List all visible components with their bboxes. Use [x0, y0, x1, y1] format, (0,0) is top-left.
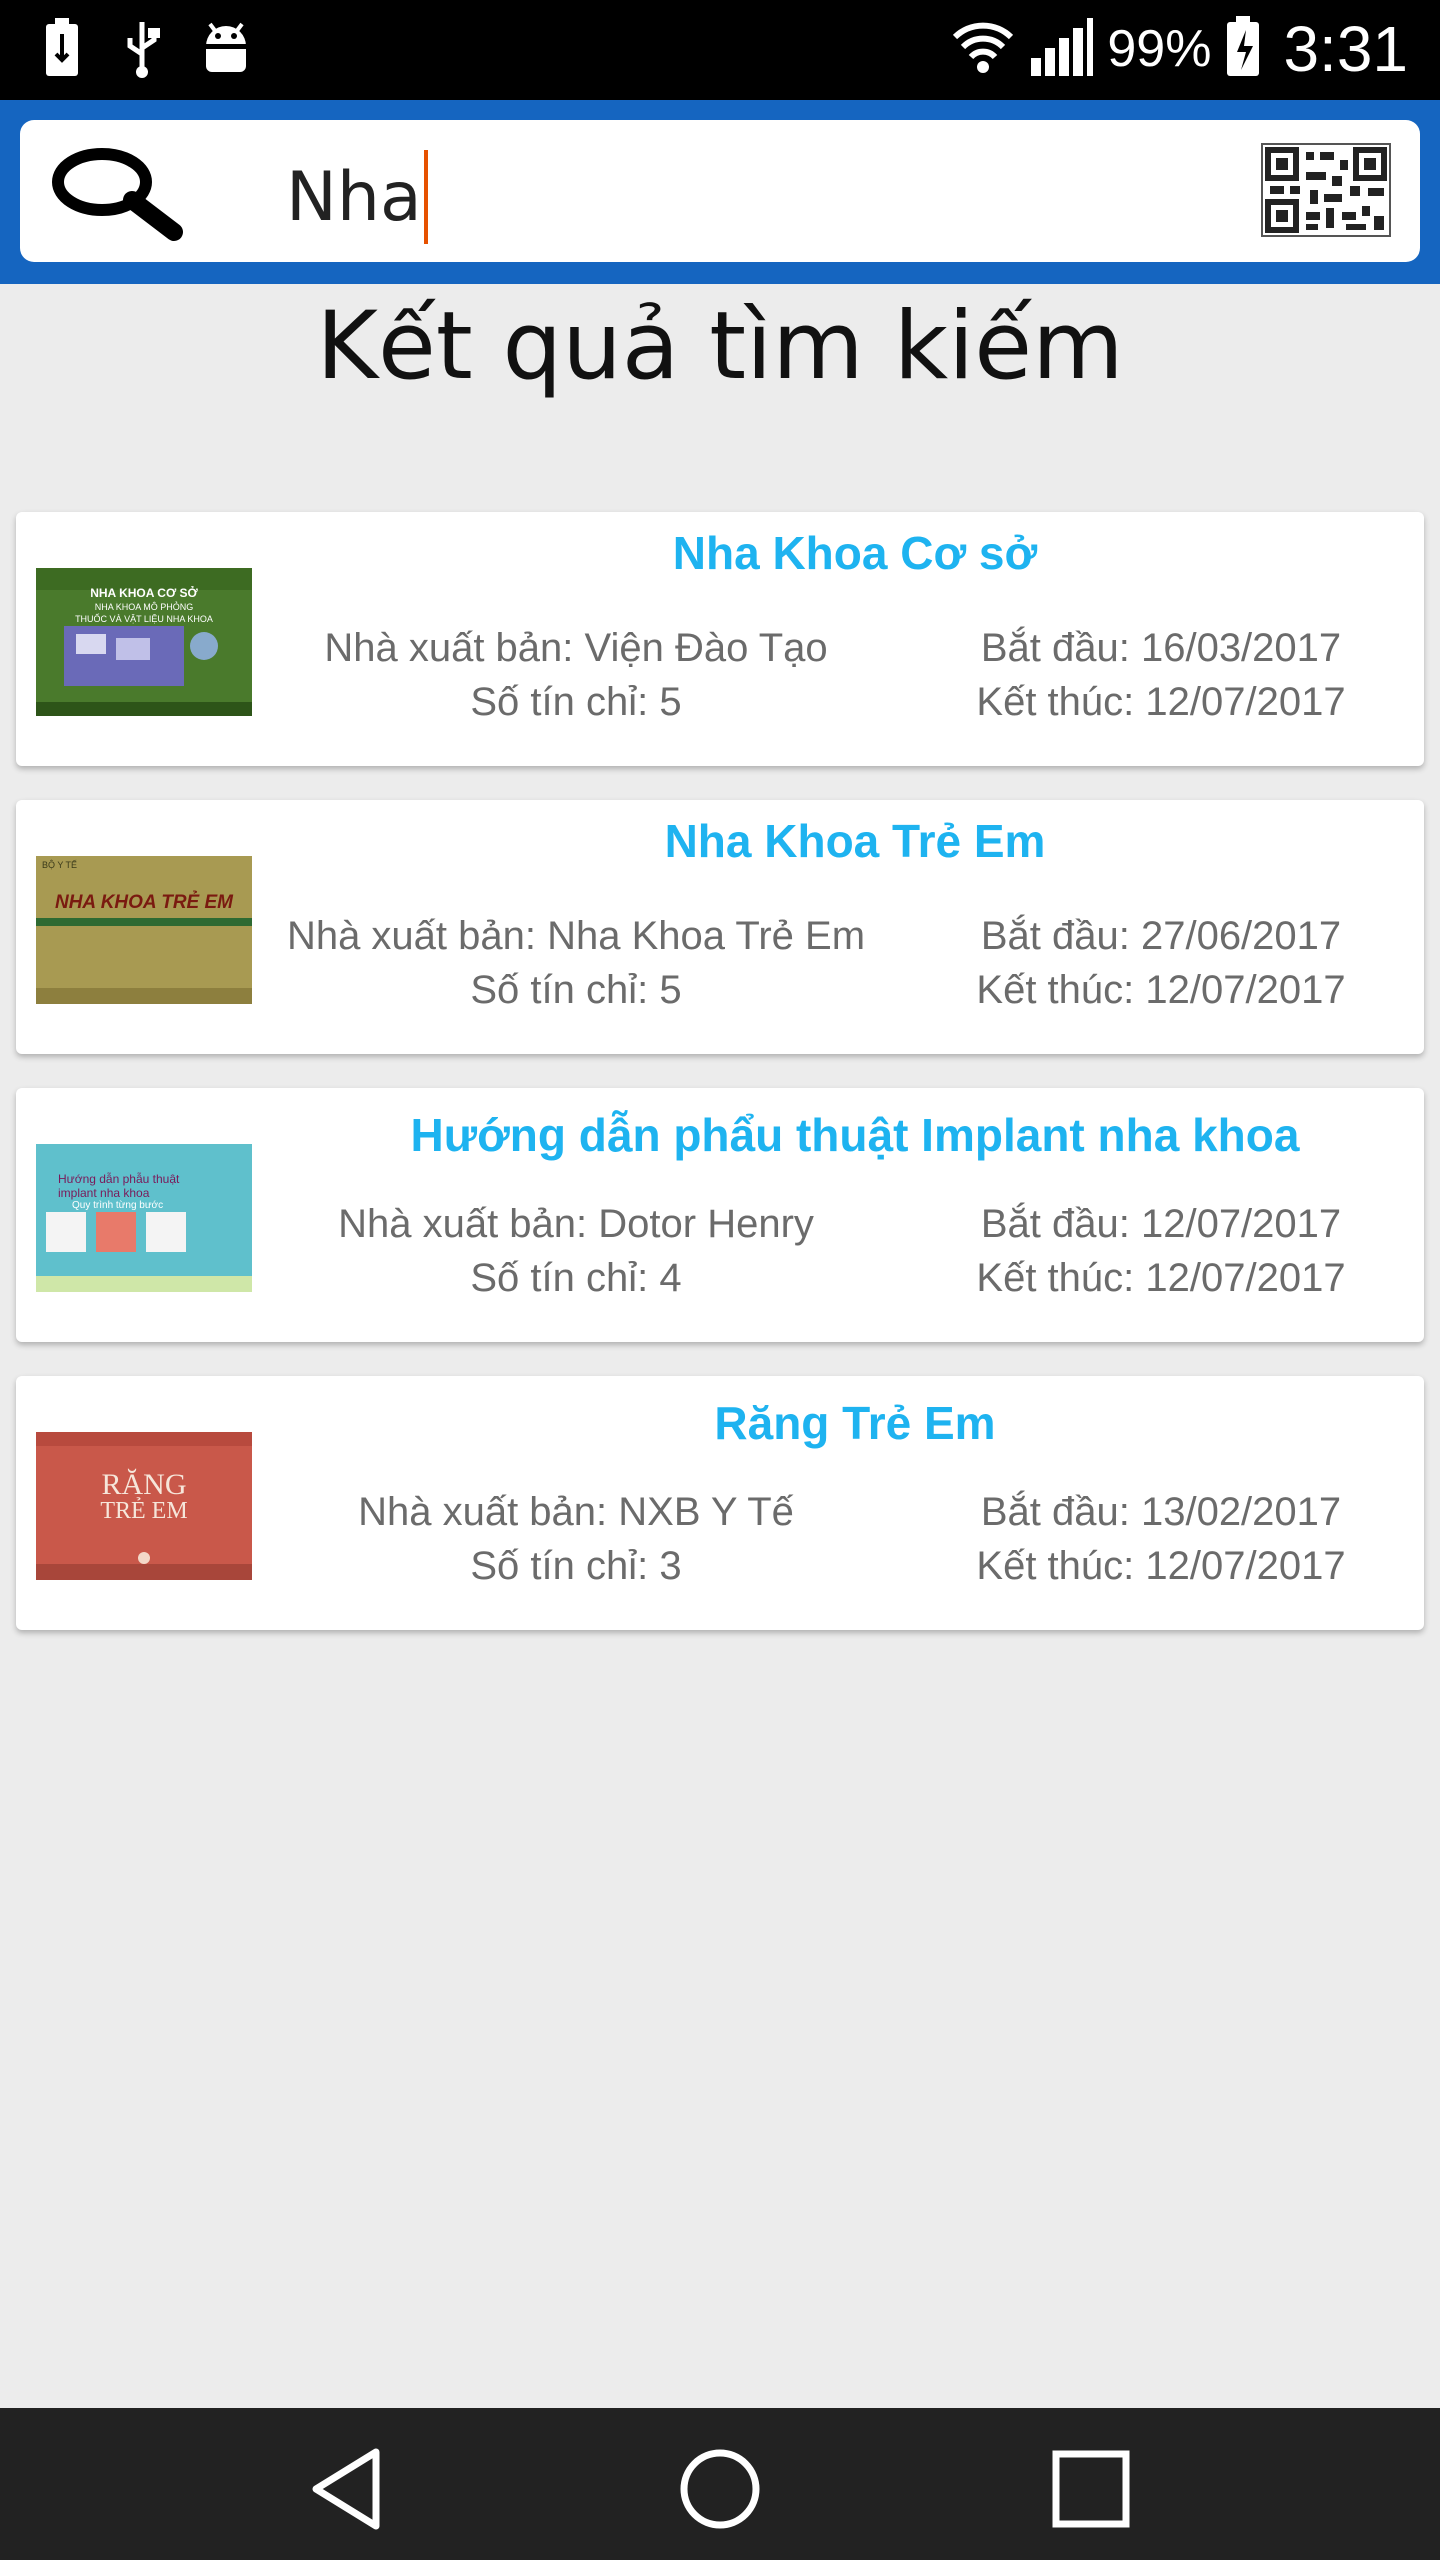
search-input[interactable]: Nha [286, 150, 428, 244]
book-cover-thumbnail: BỘ Y TẾ NHA KHOA TRẺ EM [36, 856, 252, 1004]
search-icon[interactable] [44, 142, 194, 247]
search-box[interactable]: Nha [20, 120, 1420, 262]
course-title[interactable]: Hướng dẫn phẩu thuật Implant nha khoa [286, 1108, 1424, 1162]
wifi-icon [951, 19, 1015, 80]
book-cover-thumbnail: NHA KHOA CƠ SỞ NHA KHOA MÔ PHỎNG THUỐC V… [36, 568, 252, 716]
search-query: Nha [286, 157, 422, 237]
start-date: Bắt đầu: 13/02/2017 [980, 1490, 1342, 1534]
end-date: Kết thúc: 12/07/2017 [976, 1544, 1346, 1588]
publisher: Nhà xuất bản: Dotor Henry [338, 1202, 814, 1246]
signal-icon [1029, 17, 1094, 81]
start-date: Bắt đầu: 27/06/2017 [980, 914, 1342, 958]
cover-text: THUỐC VÀ VẬT LIỆU NHA KHOA [75, 614, 213, 624]
status-bar: 99% 3:31 [0, 0, 1440, 100]
cover-text: BỘ Y TẾ [42, 860, 78, 870]
result-card[interactable]: RĂNG TRẺ EM Răng Trẻ Em Nhà xuất bản: NX… [16, 1376, 1424, 1630]
end-date: Kết thúc: 12/07/2017 [976, 968, 1346, 1012]
course-title[interactable]: Nha Khoa Cơ sở [286, 526, 1424, 580]
result-card[interactable]: NHA KHOA CƠ SỞ NHA KHOA MÔ PHỎNG THUỐC V… [16, 512, 1424, 766]
usb-icon [120, 18, 164, 83]
book-cover-thumbnail: RĂNG TRẺ EM [36, 1432, 252, 1580]
publisher: Nhà xuất bản: Nha Khoa Trẻ Em [286, 914, 866, 958]
course-title[interactable]: Răng Trẻ Em [286, 1396, 1424, 1450]
back-icon[interactable] [304, 2444, 394, 2534]
cover-text: TRẺ EM [100, 1498, 188, 1524]
book-cover-thumbnail: Hướng dẫn phẫu thuật implant nha khoa Qu… [36, 1144, 252, 1292]
credits: Số tín chỉ: 5 [470, 680, 682, 724]
start-date: Bắt đầu: 16/03/2017 [980, 626, 1342, 670]
end-date: Kết thúc: 12/07/2017 [976, 680, 1346, 724]
clock: 3:31 [1283, 13, 1408, 85]
qr-code-icon[interactable] [1260, 142, 1392, 243]
publisher: Nhà xuất bản: Viện Đào Tạo [324, 626, 828, 670]
home-icon[interactable] [675, 2444, 765, 2534]
battery-percent: 99% [1107, 20, 1212, 78]
publisher: Nhà xuất bản: NXB Y Tế [358, 1490, 794, 1534]
battery-charging-icon [1225, 15, 1261, 83]
cover-text: implant nha khoa [58, 1186, 150, 1200]
result-card[interactable]: BỘ Y TẾ NHA KHOA TRẺ EM Nha Khoa Trẻ Em … [16, 800, 1424, 1054]
cover-text: RĂNG [101, 1468, 187, 1501]
credits: Số tín chỉ: 4 [470, 1256, 682, 1300]
android-debug-icon [200, 20, 252, 81]
navigation-bar [0, 2408, 1440, 2560]
battery-saver-icon [40, 18, 84, 83]
start-date: Bắt đầu: 12/07/2017 [980, 1202, 1342, 1246]
credits: Số tín chỉ: 5 [470, 968, 682, 1012]
cover-text: NHA KHOA TRẺ EM [54, 892, 234, 913]
credits: Số tín chỉ: 3 [470, 1544, 682, 1588]
course-title[interactable]: Nha Khoa Trẻ Em [286, 814, 1424, 868]
cover-text: Hướng dẫn phẫu thuật [58, 1172, 180, 1186]
cover-text: NHA KHOA MÔ PHỎNG [94, 602, 194, 612]
end-date: Kết thúc: 12/07/2017 [976, 1256, 1346, 1300]
result-card[interactable]: Hướng dẫn phẫu thuật implant nha khoa Qu… [16, 1088, 1424, 1342]
recents-icon[interactable] [1046, 2444, 1136, 2534]
text-cursor [423, 150, 428, 244]
page-title: Kết quả tìm kiếm [316, 292, 1124, 401]
search-header: Nha [0, 100, 1440, 284]
cover-text: NHA KHOA CƠ SỞ [90, 586, 198, 600]
cover-text: Quy trình từng bước [72, 1200, 164, 1211]
